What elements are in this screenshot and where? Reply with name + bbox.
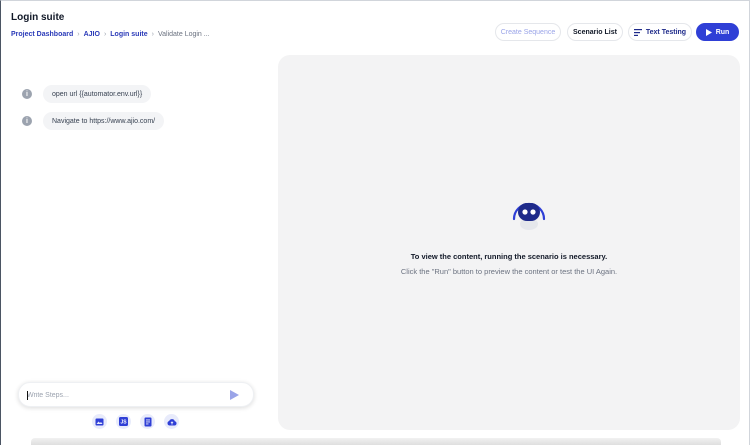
run-label: Run [715,28,730,36]
step-item[interactable]: i open url {{automator.env.url}} [22,85,152,103]
play-icon [705,28,712,36]
image-icon [95,418,104,425]
breadcrumb-project-dashboard[interactable]: Project Dashboard [11,31,73,38]
svg-text:JS: JS [120,420,127,426]
send-button[interactable] [226,387,242,403]
window-bottom-edge [31,438,721,445]
step-text: Navigate to https://www.ajio.com/ [43,112,165,130]
text-testing-button[interactable]: Text Testing [628,23,692,41]
image-tool-button[interactable] [92,414,107,429]
step-composer [18,382,254,407]
preview-panel [278,55,740,430]
document-icon [144,417,151,426]
write-steps-input[interactable] [27,389,217,401]
info-icon: i [22,89,32,99]
text-cursor [27,391,28,400]
js-icon: JS [119,417,128,426]
step-text: open url {{automator.env.url}} [43,85,152,103]
page-title: Login suite [11,12,65,23]
breadcrumb-current: Validate Login ... [157,31,210,38]
robot-icon [512,202,546,230]
document-tool-button[interactable] [140,414,155,429]
cloud-upload-tool-button[interactable] [164,414,179,429]
step-item[interactable]: i Navigate to https://www.ajio.com/ [22,112,165,130]
chevron-right-icon: › [151,31,154,38]
app-window: Login suite Project Dashboard › AJIO › L… [0,0,750,445]
run-button[interactable]: Run [696,23,739,41]
chevron-right-icon: › [103,31,107,38]
js-tool-button[interactable]: JS [116,414,131,429]
cloud-upload-icon [167,418,177,425]
scenario-list-button[interactable]: Scenario List [567,23,623,41]
send-icon [229,390,239,400]
breadcrumb: Project Dashboard › AJIO › Login suite ›… [11,31,210,38]
preview-hint: Click the "Run" button to preview the co… [400,267,618,276]
chevron-right-icon: › [77,31,80,38]
info-icon: i [22,116,32,126]
breadcrumb-ajio[interactable]: AJIO [84,31,100,38]
scenario-list-label: Scenario List [573,28,617,36]
create-sequence-button[interactable]: Create Sequence [495,23,561,41]
text-lines-icon [633,28,642,36]
preview-message: To view the content, running the scenari… [410,252,608,261]
create-sequence-label: Create Sequence [500,28,556,36]
composer-tools: JS [92,414,179,429]
breadcrumb-login-suite[interactable]: Login suite [110,31,147,38]
text-testing-label: Text Testing [645,28,687,36]
